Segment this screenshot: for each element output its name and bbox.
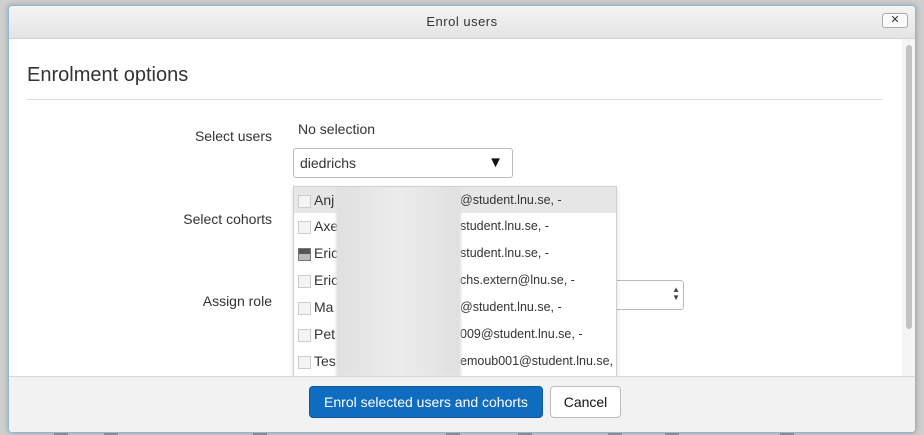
select-cohorts-label: Select cohorts [183, 211, 272, 227]
dialog-footer: Enrol selected users and cohorts Cancel [9, 376, 915, 432]
enrolment-options-heading: Enrolment options [27, 64, 189, 86]
user-option-name: Eric [314, 245, 339, 261]
user-option-email: 009@student.lnu.se, - [460, 327, 583, 341]
enrol-users-dialog: Enrol users ✕ Enrolment options Select u… [8, 5, 916, 433]
user-option-name: Ma [314, 299, 334, 315]
user-search-select[interactable]: diedrichs ▼ [293, 148, 513, 178]
dropdown-arrow-icon[interactable]: ▼ [488, 154, 503, 171]
close-icon[interactable]: ✕ [882, 13, 908, 28]
user-option-email: chs.extern@lnu.se, - [460, 273, 575, 287]
avatar [298, 221, 311, 234]
avatar [298, 329, 311, 342]
select-users-label: Select users [194, 128, 272, 144]
avatar [298, 248, 311, 261]
heading-divider [27, 99, 882, 100]
user-option-name: Pet [314, 326, 336, 342]
scrollbar-thumb[interactable] [906, 45, 912, 329]
user-option-email: student.lnu.se, - [460, 246, 549, 260]
assign-role-label: Assign role [202, 293, 272, 309]
select-updown-icon: ▲ ▼ [672, 285, 680, 302]
redaction-blur [336, 187, 461, 376]
avatar [298, 302, 311, 315]
dialog-scrollbar[interactable] [902, 39, 915, 376]
user-option-name: Eric [314, 272, 339, 288]
user-search-value: diedrichs [300, 155, 357, 171]
user-option-name: Axe [314, 218, 339, 234]
user-option-email: @student.lnu.se, - [460, 193, 562, 207]
user-option-email: emoub001@student.lnu.se, - [460, 354, 617, 368]
dialog-title: Enrol users [426, 14, 498, 29]
avatar [298, 195, 311, 208]
selected-users-value: No selection [298, 121, 376, 137]
user-suggestion-list: Anj @student.lnu.se, - Axe student.lnu.s… [293, 186, 617, 376]
user-option-name: Anj [314, 192, 335, 208]
dialog-content: Enrolment options Select users No select… [9, 39, 902, 376]
avatar [298, 356, 311, 369]
enrol-button[interactable]: Enrol selected users and cohorts [309, 386, 543, 418]
user-option-email: @student.lnu.se, - [460, 300, 562, 314]
user-option-email: student.lnu.se, - [460, 219, 549, 233]
cancel-button[interactable]: Cancel [550, 386, 621, 418]
user-option-name: Tes [314, 353, 336, 369]
dialog-titlebar: Enrol users ✕ [9, 6, 915, 39]
avatar [298, 275, 311, 288]
